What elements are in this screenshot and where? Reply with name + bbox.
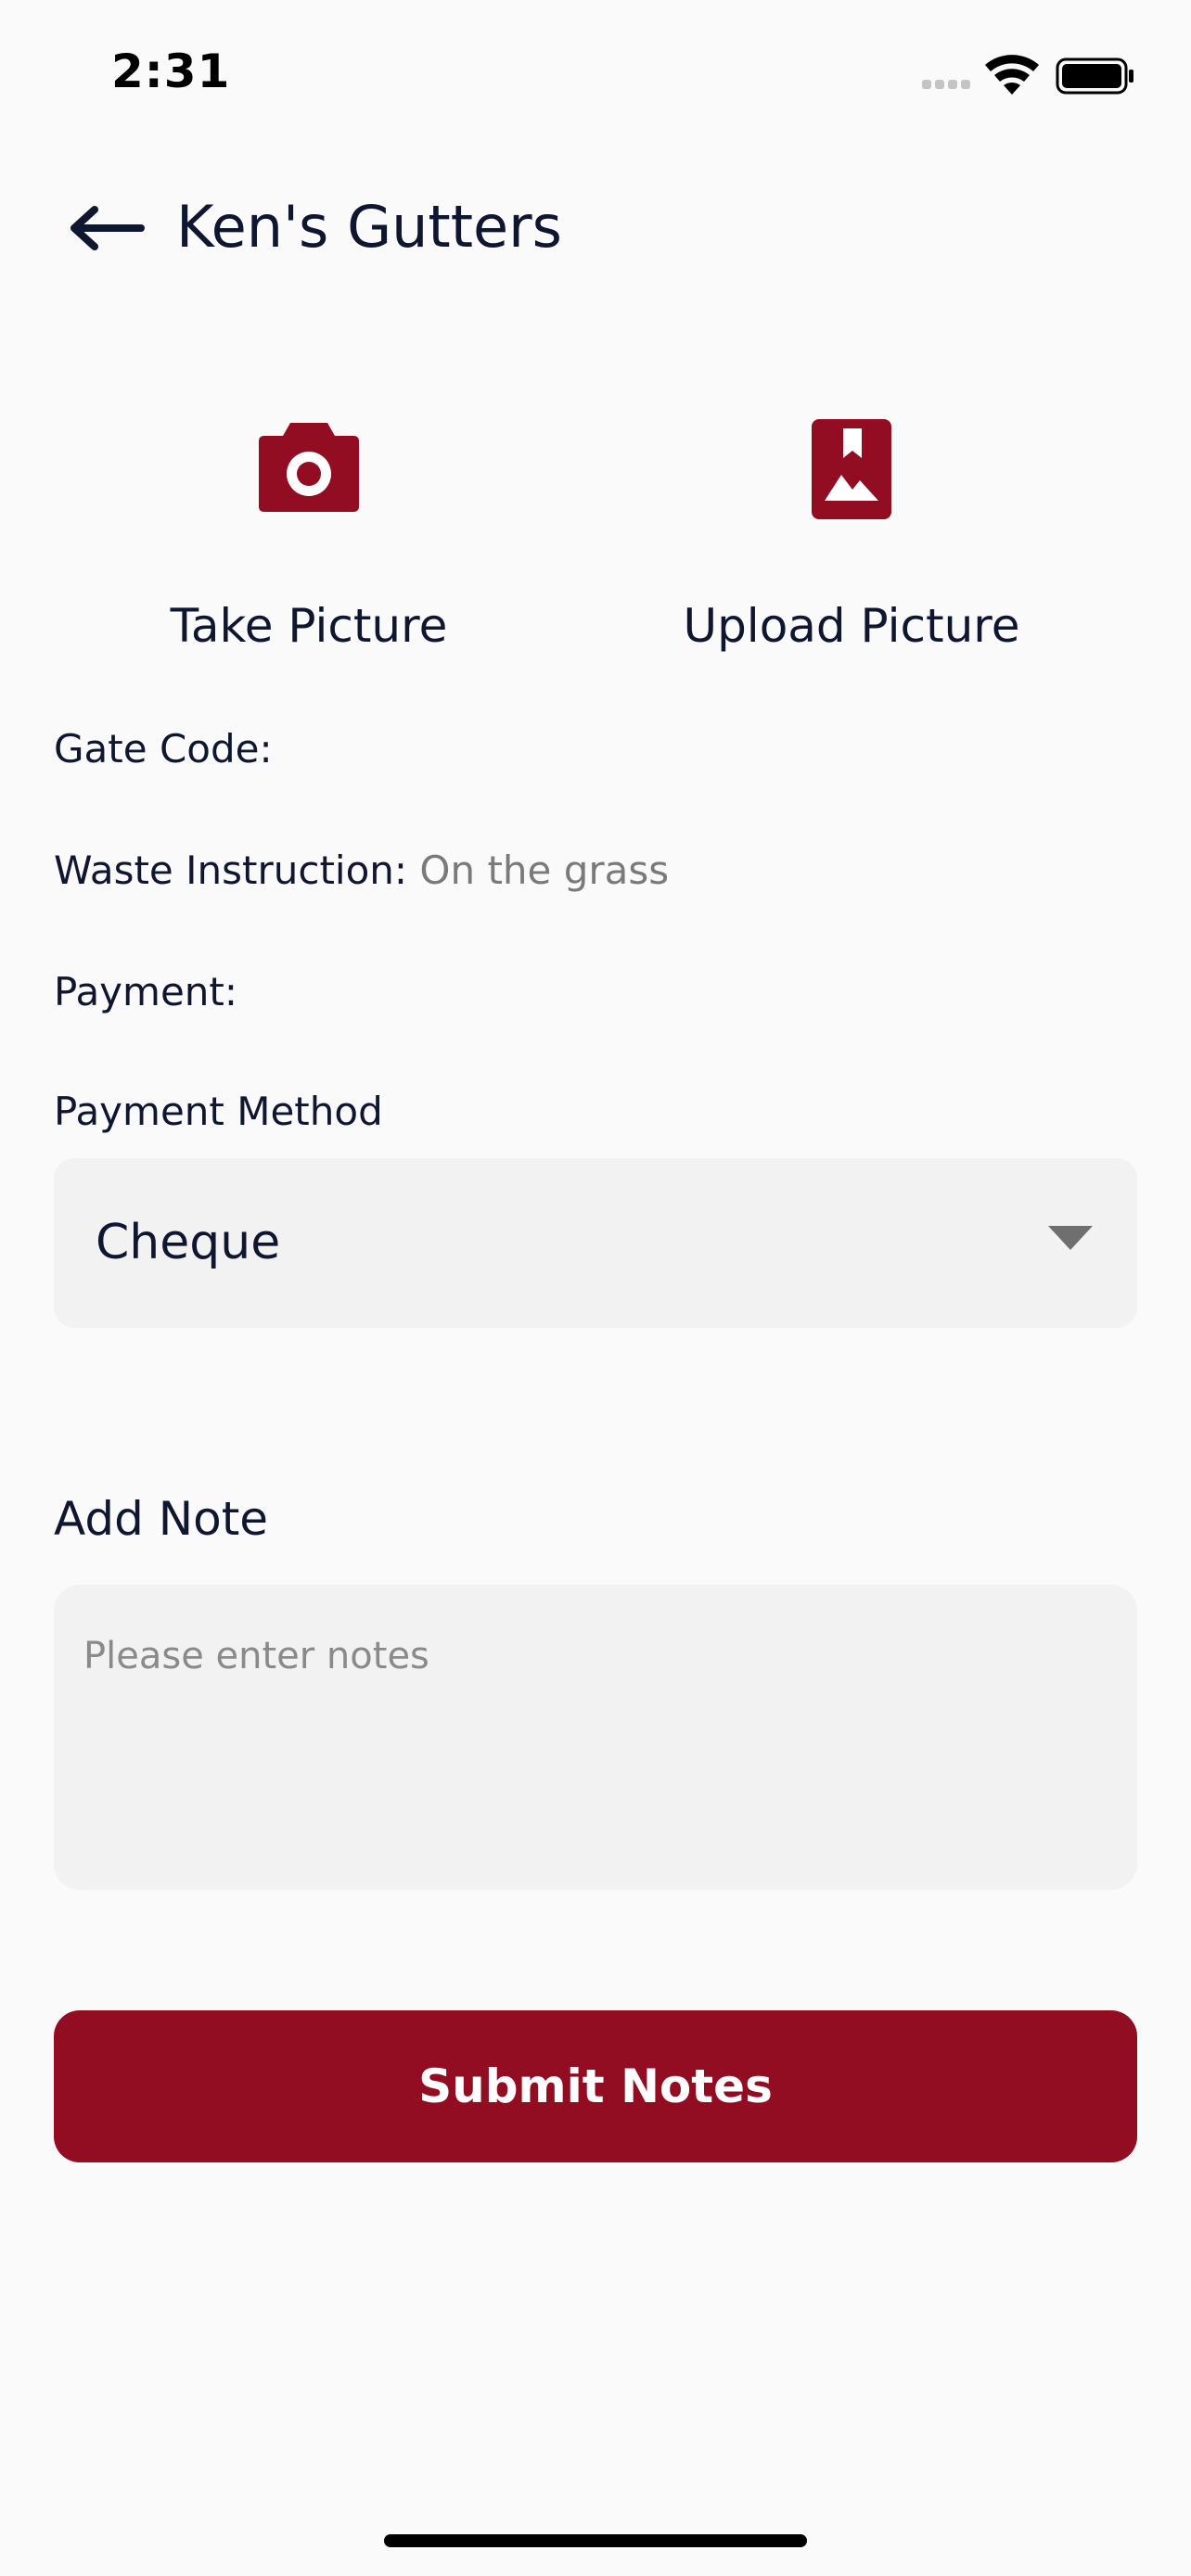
payment-method-selected-value: Cheque <box>96 1215 281 1270</box>
take-picture-button[interactable]: Take Picture <box>77 417 541 668</box>
submit-notes-button[interactable]: Submit Notes <box>54 2010 1137 2162</box>
upload-picture-label: Upload Picture <box>683 599 1020 653</box>
camera-icon <box>259 423 359 512</box>
take-picture-label: Take Picture <box>170 599 448 653</box>
gate-code-row: Gate Code: <box>54 721 273 777</box>
payment-method-select[interactable]: Cheque <box>54 1158 1137 1328</box>
gate-code-label: Gate Code: <box>54 726 273 772</box>
back-button[interactable] <box>67 195 160 261</box>
caret-down-icon <box>1048 1226 1093 1250</box>
notes-input[interactable] <box>54 1585 1137 1890</box>
page-title: Ken's Gutters <box>176 193 562 261</box>
payment-row: Payment: <box>54 964 237 1020</box>
status-time: 2:31 <box>111 45 231 98</box>
image-upload-icon <box>812 419 891 519</box>
waste-instruction-label: Waste Instruction: <box>54 848 408 893</box>
battery-icon <box>1056 57 1133 95</box>
arrow-left-icon <box>70 206 145 250</box>
status-icons <box>922 55 1133 95</box>
waste-instruction-value: On the grass <box>419 848 670 893</box>
wifi-icon <box>985 55 1039 95</box>
cellular-signal-icon <box>922 80 970 89</box>
waste-instruction-row: Waste Instruction: On the grass <box>54 843 669 899</box>
add-note-label: Add Note <box>54 1492 269 1546</box>
payment-method-label: Payment Method <box>54 1089 383 1134</box>
payment-label: Payment: <box>54 969 238 1014</box>
upload-picture-button[interactable]: Upload Picture <box>620 417 1083 668</box>
home-indicator <box>384 2534 807 2547</box>
